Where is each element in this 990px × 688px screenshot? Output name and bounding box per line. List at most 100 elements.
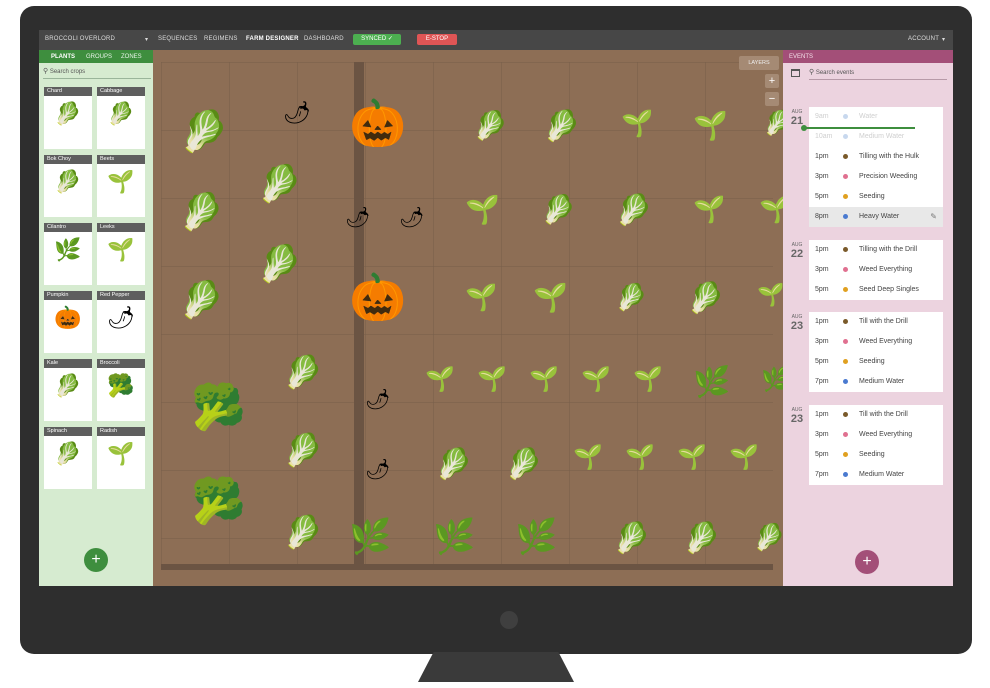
nav-dashboard[interactable]: DASHBOARD (304, 36, 344, 42)
planted-leek-icon[interactable]: 🌱 (625, 446, 655, 470)
planted-spinach-icon[interactable]: 🥬 (283, 356, 323, 388)
planted-broccoli-icon[interactable]: 🥦 (191, 386, 246, 430)
synced-badge[interactable]: SYNCED ✓ (353, 34, 401, 45)
event-item[interactable]: 5pm Seed Deep Singles (809, 280, 943, 300)
account-caret-icon[interactable]: ▾ (942, 36, 945, 43)
planted-spinach-icon[interactable]: 🥬 (283, 434, 323, 466)
planted-beet-icon[interactable]: 🌱 (757, 284, 784, 306)
event-item[interactable]: 1pm Tilling with the Hulk (809, 147, 943, 167)
nav-sequences[interactable]: SEQUENCES (158, 36, 197, 42)
estop-button[interactable]: E-STOP (417, 34, 457, 45)
crop-card[interactable]: Broccoli 🥦 (97, 359, 145, 421)
crop-card[interactable]: Red Pepper 🌶 (97, 291, 145, 353)
planted-leek-icon[interactable]: 🌱 (581, 368, 611, 392)
planted-leek-icon[interactable]: 🌱 (425, 368, 455, 392)
planted-cabbage-icon[interactable]: 🥬 (257, 246, 302, 282)
planted-cabbage-icon[interactable]: 🥬 (257, 166, 302, 202)
planted-kale-icon[interactable]: 🥬 (683, 524, 720, 554)
event-item[interactable]: 1pm Till with the Drill (809, 312, 943, 332)
calendar-icon[interactable] (791, 69, 800, 77)
planted-cilantro-icon[interactable]: 🌿 (349, 520, 391, 554)
planted-pumpkin-icon[interactable]: 🎃 (349, 100, 406, 146)
event-item[interactable]: 1pm Tilling with the Drill (809, 240, 943, 260)
planted-radish-icon[interactable]: 🌱 (693, 112, 728, 140)
event-item[interactable]: 10am Medium Water (809, 127, 943, 147)
planted-red-pepper-icon[interactable]: 🌶 (283, 102, 311, 124)
event-item[interactable]: 7pm Medium Water (809, 372, 943, 392)
planted-cabbage-icon[interactable]: 🥬 (179, 282, 224, 318)
crop-card[interactable]: Leeks 🌱 (97, 223, 145, 285)
planted-beet-icon[interactable]: 🌱 (621, 110, 653, 136)
planted-cilantro-icon[interactable]: 🌿 (515, 520, 557, 554)
planted-chard-icon[interactable]: 🥬 (615, 196, 652, 226)
crop-card[interactable]: Beets 🌱 (97, 155, 145, 217)
planted-red-pepper-icon[interactable]: 🌶 (399, 208, 424, 228)
nav-regimens[interactable]: REGIMENS (204, 36, 238, 42)
brand-name[interactable]: BROCCOLI OVERLORD (45, 36, 115, 42)
event-item[interactable]: 1pm Till with the Drill (809, 405, 943, 425)
layers-button[interactable]: LAYERS (739, 56, 779, 70)
planted-leek-icon[interactable]: 🌱 (677, 446, 707, 470)
event-item[interactable]: 9am Water (809, 107, 943, 127)
garden-map[interactable]: 🥬 🌶 🎃 🥬 🥬 🌱 🌱 🥬 🥬 🥬 🌶 🌶 🌱 🥬 🥬 🌱 🌱 🥬 🥬 🎃 🌱 🌱 🥬 🥬 🌱 🥬 🥦 🌶 🌱 🌱 🌱 🌱 🌱 🌿 🌿 🥬 🌶 🥬 🥬 🌱… (153, 50, 793, 586)
planted-cabbage-icon[interactable]: 🥬 (179, 194, 224, 230)
tab-plants[interactable]: PLANTS (51, 54, 75, 60)
planted-leek-icon[interactable]: 🌱 (729, 446, 759, 470)
event-item[interactable]: 3pm Precision Weeding (809, 167, 943, 187)
planted-bok-choy-icon[interactable]: 🥬 (541, 196, 576, 224)
planted-beet-icon[interactable]: 🌱 (465, 284, 497, 310)
planted-broccoli-icon[interactable]: 🥦 (191, 480, 246, 524)
planted-cabbage-icon[interactable]: 🥬 (179, 112, 229, 152)
planted-kale-icon[interactable]: 🥬 (505, 450, 542, 480)
planted-leek-icon[interactable]: 🌱 (633, 368, 663, 392)
event-item[interactable]: 5pm Seeding (809, 187, 943, 207)
tab-groups[interactable]: GROUPS (86, 54, 112, 60)
planted-leek-icon[interactable]: 🌱 (529, 368, 559, 392)
planted-red-pepper-icon[interactable]: 🌶 (365, 460, 390, 480)
crop-card[interactable]: Cabbage 🥬 (97, 87, 145, 149)
crop-card[interactable]: Spinach 🥬 (44, 427, 92, 489)
planted-pumpkin-icon[interactable]: 🎃 (349, 274, 406, 320)
zoom-in-button[interactable]: + (765, 74, 779, 88)
crop-card[interactable]: Cilantro 🌿 (44, 223, 92, 285)
planted-leek-icon[interactable]: 🌱 (573, 446, 603, 470)
planted-chard-icon[interactable]: 🥬 (687, 284, 724, 314)
tab-zones[interactable]: ZONES (121, 54, 142, 60)
planted-kale-icon[interactable]: 🥬 (435, 450, 472, 480)
event-item[interactable]: 3pm Weed Everything (809, 332, 943, 352)
planted-cilantro-icon[interactable]: 🌿 (433, 520, 475, 554)
planted-radish-icon[interactable]: 🌱 (465, 196, 500, 224)
planted-chard-icon[interactable]: 🥬 (543, 112, 580, 142)
add-plant-button[interactable]: + (84, 548, 108, 572)
planted-bok-choy-icon[interactable]: 🥬 (473, 112, 508, 140)
planted-spinach-icon[interactable]: 🥬 (283, 516, 323, 548)
planted-kale-icon[interactable]: 🥬 (613, 524, 650, 554)
planted-red-pepper-icon[interactable]: 🌶 (365, 390, 390, 410)
add-event-button[interactable]: + (855, 550, 879, 574)
planted-beet-icon[interactable]: 🌱 (693, 196, 725, 222)
nav-farm-designer[interactable]: FARM DESIGNER (246, 36, 299, 42)
edit-event-icon[interactable]: ✎ (930, 212, 937, 221)
planted-kale-icon[interactable]: 🥬 (753, 524, 785, 550)
event-item[interactable]: 5pm Seeding (809, 352, 943, 372)
event-search-input[interactable]: ⚲ Search events (809, 68, 947, 80)
crop-card[interactable]: Kale 🥬 (44, 359, 92, 421)
crop-card[interactable]: Radish 🌱 (97, 427, 145, 489)
zoom-out-button[interactable]: − (765, 92, 779, 106)
crop-card[interactable]: Chard 🥬 (44, 87, 92, 149)
crop-card[interactable]: Pumpkin 🎃 (44, 291, 92, 353)
planted-cilantro-icon[interactable]: 🌿 (693, 368, 730, 398)
crop-search-input[interactable]: ⚲ Search crops (43, 67, 151, 79)
event-item[interactable]: 8pm Heavy Water ✎ (809, 207, 943, 227)
planted-bok-choy-icon[interactable]: 🥬 (615, 284, 647, 310)
planted-red-pepper-icon[interactable]: 🌶 (345, 208, 370, 228)
event-item[interactable]: 3pm Weed Everything (809, 260, 943, 280)
account-menu[interactable]: ACCOUNT (908, 36, 939, 42)
brand-caret-icon[interactable]: ▾ (145, 36, 148, 43)
event-item[interactable]: 5pm Seeding (809, 445, 943, 465)
event-item[interactable]: 3pm Weed Everything (809, 425, 943, 445)
planted-leek-icon[interactable]: 🌱 (477, 368, 507, 392)
event-item[interactable]: 7pm Medium Water (809, 465, 943, 485)
planted-radish-icon[interactable]: 🌱 (533, 284, 568, 312)
crop-card[interactable]: Bok Choy 🥬 (44, 155, 92, 217)
